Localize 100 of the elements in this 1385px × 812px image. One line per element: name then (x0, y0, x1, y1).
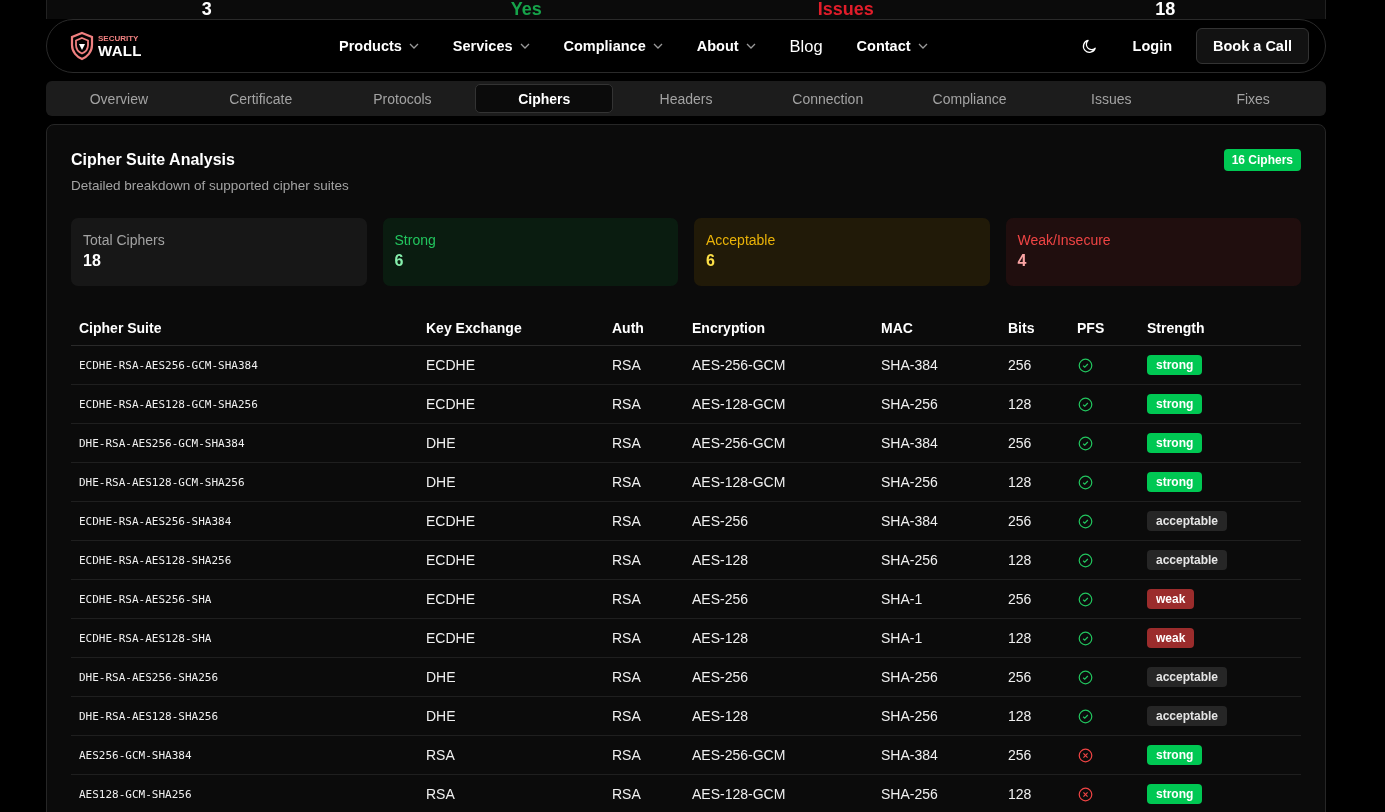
stat-value: 6 (394, 252, 405, 270)
table-cell: RSA (612, 630, 641, 646)
table-cell: DHE (426, 435, 456, 451)
cipher-count-badge: 16 Ciphers (1223, 149, 1301, 171)
table-cell: AES-128-GCM (692, 396, 786, 412)
table-cell: AES256-GCM-SHA384 (79, 748, 192, 762)
stat-value: 18 (83, 252, 102, 270)
table-cell: RSA (612, 396, 641, 412)
table-cell: ECDHE-RSA-AES128-GCM-SHA256 (79, 397, 258, 411)
table-cell: RSA (612, 513, 641, 529)
column-header: Strength (1139, 310, 1301, 346)
nav-link[interactable]: Compliance (563, 38, 663, 54)
table-cell: ECDHE-RSA-AES128-SHA256 (79, 553, 232, 567)
table-cell: DHE-RSA-AES128-SHA256 (79, 709, 219, 723)
card-title: Cipher Suite Analysis (71, 151, 235, 169)
table-cell: ECDHE-RSA-AES256-GCM-SHA384 (79, 358, 258, 372)
nav-link[interactable]: Contact (856, 38, 928, 54)
table-cell: DHE (426, 669, 456, 685)
table-cell: 128 (1008, 396, 1032, 412)
nav-link[interactable]: Blog (789, 36, 823, 56)
strength-badge: strong (1147, 472, 1203, 492)
table-cell: SHA-256 (881, 786, 938, 802)
stat-label: Acceptable (706, 232, 777, 248)
tab[interactable]: Fixes (1184, 84, 1322, 113)
table-cell: 128 (1008, 474, 1032, 490)
table-cell: 256 (1008, 513, 1032, 529)
summary-value: Yes (510, 0, 542, 19)
login-link[interactable]: Login (1132, 38, 1173, 54)
chevron-down-icon (408, 43, 419, 49)
chevron-down-icon (652, 43, 663, 49)
table-cell: SHA-256 (881, 396, 938, 412)
chevron-down-icon (917, 43, 928, 49)
tab[interactable]: Protocols (333, 84, 472, 113)
moon-icon[interactable] (1080, 37, 1098, 55)
tab[interactable]: Issues (1042, 84, 1181, 113)
table-cell: 256 (1008, 669, 1032, 685)
table-cell: AES-128 (692, 552, 749, 568)
table-cell: ECDHE-RSA-AES256-SHA (79, 592, 212, 606)
tab[interactable]: Overview (50, 84, 188, 113)
summary-value: 18 (1155, 0, 1176, 19)
table-cell: SHA-1 (881, 591, 923, 607)
table-cell: ECDHE-RSA-AES128-SHA (79, 631, 212, 645)
table-cell: AES-256 (692, 669, 749, 685)
table-cell: SHA-384 (881, 513, 938, 529)
table-cell: ECDHE (426, 396, 475, 412)
card-subtitle: Detailed breakdown of supported cipher suites (71, 178, 349, 193)
stat-label: Total Ciphers (83, 232, 166, 248)
table-cell: RSA (612, 435, 641, 451)
table-cell: RSA (612, 552, 641, 568)
strength-badge: acceptable (1147, 706, 1228, 726)
strength-badge: strong (1147, 355, 1203, 375)
table-cell: RSA (612, 669, 641, 685)
nav-link[interactable]: Products (339, 38, 419, 54)
table-cell: DHE (426, 474, 456, 490)
table-cell: AES-256-GCM (692, 747, 786, 763)
summary-value: Issues (817, 0, 874, 19)
book-call-button[interactable]: Book a Call (1196, 28, 1309, 64)
stat-label: Strong (394, 232, 437, 248)
table-cell: 256 (1008, 747, 1032, 763)
tab[interactable]: Connection (758, 84, 897, 113)
strength-badge: acceptable (1147, 550, 1228, 570)
strength-badge: acceptable (1147, 667, 1228, 687)
tab[interactable]: Certificate (191, 84, 330, 113)
shield-icon (70, 31, 94, 61)
table-cell: RSA (612, 474, 641, 490)
column-header: PFS (1069, 310, 1139, 346)
strength-badge: strong (1147, 394, 1203, 414)
table-cell: RSA (612, 708, 641, 724)
table-cell: AES-128 (692, 630, 749, 646)
table-cell: RSA (612, 591, 641, 607)
table-cell: ECDHE (426, 591, 475, 607)
table-cell: 256 (1008, 357, 1032, 373)
column-header: Key Exchange (418, 310, 604, 346)
stat-label: Weak/Insecure (1017, 232, 1112, 248)
table-cell: AES-128-GCM (692, 474, 786, 490)
column-header: MAC (873, 310, 1000, 346)
strength-badge: strong (1147, 433, 1203, 453)
chevron-down-icon (519, 43, 530, 49)
tab[interactable]: Headers (617, 84, 755, 113)
strength-badge: weak (1147, 589, 1195, 609)
table-cell: DHE (426, 708, 456, 724)
table-cell: AES-256 (692, 513, 749, 529)
table-cell: SHA-1 (881, 630, 923, 646)
table-cell: RSA (612, 747, 641, 763)
table-cell: AES-128-GCM (692, 786, 786, 802)
nav-link[interactable]: About (696, 38, 756, 54)
column-header: Auth (604, 310, 684, 346)
table-cell: SHA-384 (881, 435, 938, 451)
table-cell: 128 (1008, 630, 1032, 646)
column-header: Cipher Suite (71, 310, 418, 346)
table-cell: RSA (612, 786, 641, 802)
column-header: Bits (1000, 310, 1069, 346)
table-cell: AES-256-GCM (692, 435, 786, 451)
strength-badge: acceptable (1147, 511, 1228, 531)
summary-value: 3 (201, 0, 212, 19)
tab[interactable]: Ciphers (475, 84, 614, 113)
tab[interactable]: Compliance (900, 84, 1039, 113)
table-cell: SHA-256 (881, 708, 938, 724)
nav-link[interactable]: Services (452, 38, 530, 54)
logo[interactable]: SECURITY WALL (70, 31, 152, 61)
